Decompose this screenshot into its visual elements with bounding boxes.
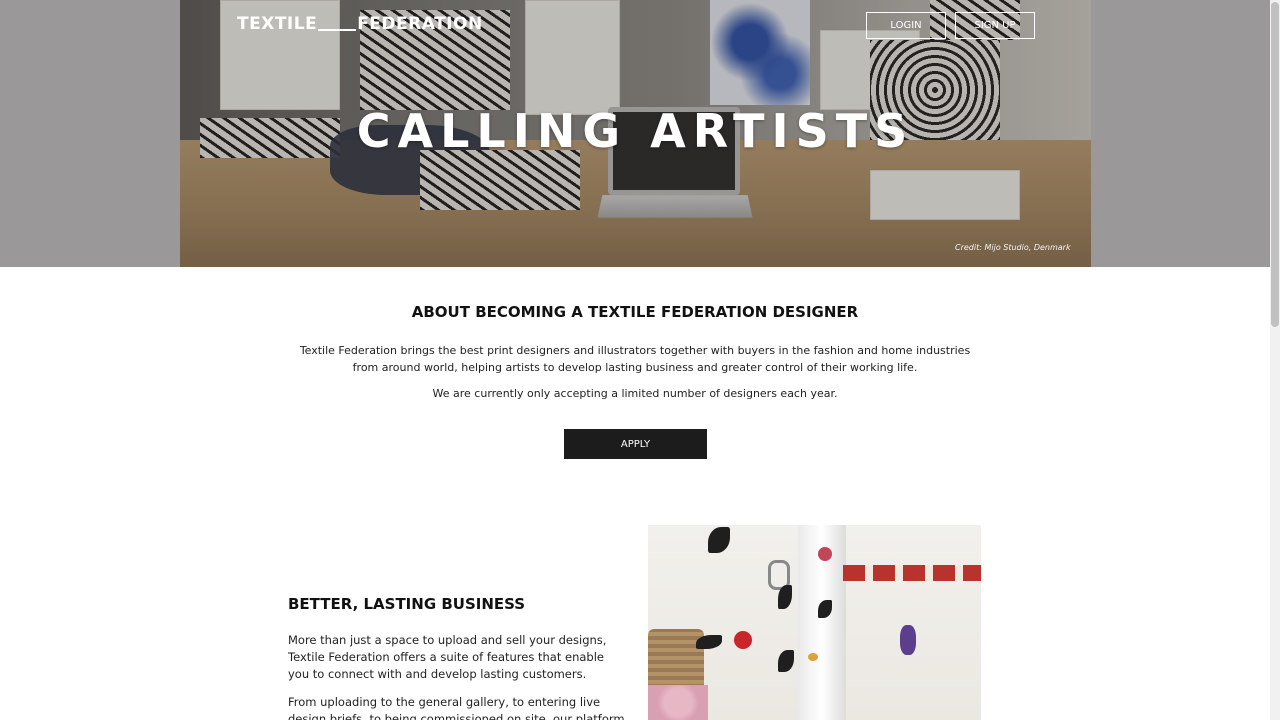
business-paragraph: More than just a space to upload and sel…: [288, 633, 607, 681]
studio-photo: [648, 525, 981, 720]
apply-button[interactable]: APPLY: [564, 429, 707, 459]
leaf-print: [778, 650, 794, 672]
leaf-print: [778, 585, 792, 609]
about-note: We are currently only accepting a limite…: [432, 387, 838, 400]
pink-flowers: [648, 685, 708, 720]
about-title: ABOUT BECOMING A TEXTILE FEDERATION DESI…: [411, 303, 859, 321]
purple-flower: [900, 625, 916, 655]
photo-credit: Credit: Mijo Studio, Denmark: [955, 243, 1071, 252]
red-print-strip: [843, 565, 981, 581]
business-title: BETTER, LASTING BUSINESS: [288, 595, 526, 613]
logo-text-left: TEXTILE: [237, 14, 318, 34]
hero-title: CALLING ARTISTS: [356, 104, 915, 158]
business-paragraph-2: From uploading to the general gallery, t…: [288, 695, 625, 720]
butterfly-print: [808, 653, 818, 661]
red-flower: [734, 631, 752, 649]
signup-button[interactable]: SIGN UP: [955, 12, 1035, 39]
scrollbar[interactable]: [1270, 0, 1280, 720]
leaf-print: [696, 635, 722, 649]
leaf-print: [708, 527, 730, 553]
scrollbar-thumb[interactable]: [1271, 2, 1279, 327]
pink-bird-print: [818, 547, 832, 561]
logo-line: [318, 29, 357, 31]
about-paragraph: Textile Federation brings the best print…: [299, 344, 971, 374]
logo-text-right: FEDERATION: [357, 14, 483, 34]
logo[interactable]: TEXTILE FEDERATION: [237, 14, 483, 34]
login-button[interactable]: LOGIN: [866, 12, 946, 39]
